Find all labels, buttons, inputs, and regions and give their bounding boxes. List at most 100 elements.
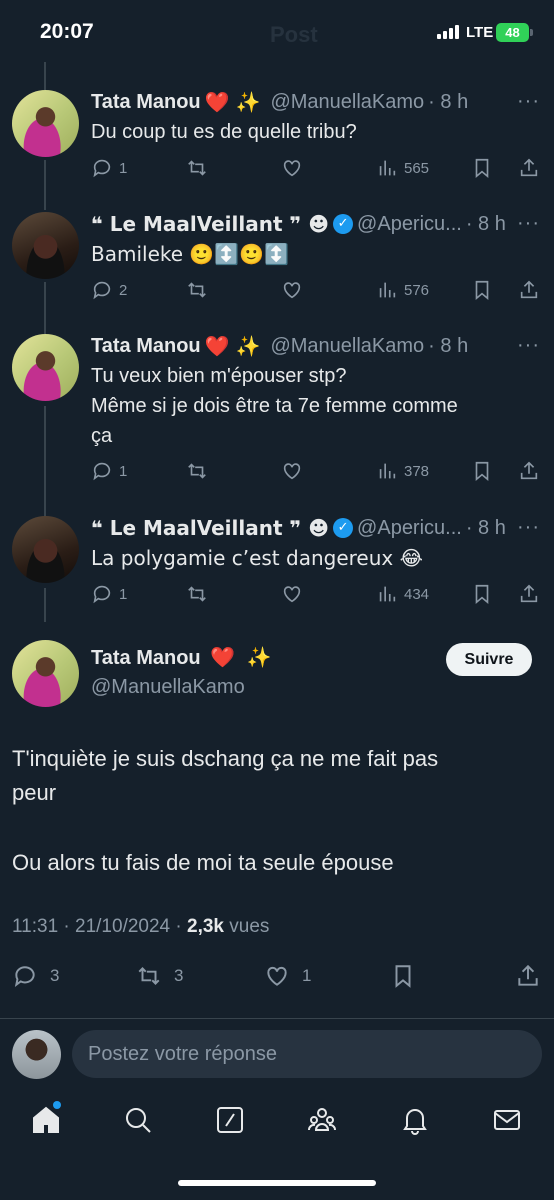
avatar[interactable] (12, 90, 79, 157)
nav-grok[interactable] (214, 1104, 246, 1136)
like-button[interactable] (281, 278, 303, 302)
author-handle[interactable]: @ManuellaKamo (270, 90, 424, 114)
more-options-icon[interactable]: ··· (517, 212, 540, 235)
views-count: 378 (404, 462, 430, 480)
author-handle[interactable]: @ManuellaKamo (270, 334, 424, 358)
reply-count: 1 (119, 159, 128, 177)
reply-count: 1 (119, 462, 128, 480)
tweet-text-line: La polygamie c’est dangereux 😂 (91, 546, 423, 570)
author-name[interactable]: Tata Manou (91, 90, 201, 114)
share-button[interactable] (518, 156, 540, 180)
reply-button[interactable]: 2 (91, 278, 127, 302)
heart-emoji: ❤️ (204, 90, 230, 114)
battery-icon: 48 (496, 23, 529, 42)
thread-tweet[interactable]: ❝ Le MaalVeillant ❞ ☻ ✓ @Apericu... · 8 … (0, 212, 554, 312)
reply-count: 1 (119, 585, 128, 603)
reply-count: 3 (50, 966, 60, 985)
author-handle[interactable]: @Apericu... (357, 516, 462, 540)
verified-badge-icon: ✓ (333, 214, 354, 234)
retweet-icon (188, 586, 206, 602)
like-button[interactable] (281, 459, 303, 483)
grok-icon (217, 1107, 243, 1133)
bookmark-button[interactable] (471, 278, 493, 302)
views-button[interactable]: 565 (376, 156, 429, 180)
main-author-name[interactable]: Tata Manou (91, 647, 201, 669)
main-tweet-actions: 3 3 1 (0, 964, 554, 990)
thread-line (44, 62, 46, 90)
nav-communities[interactable] (306, 1104, 338, 1136)
divider (0, 1018, 554, 1019)
share-button[interactable] (518, 459, 540, 483)
share-button[interactable] (518, 278, 540, 302)
avatar[interactable] (12, 212, 79, 279)
tweet-actions: 1 434 (0, 582, 554, 606)
main-author-handle[interactable]: @ManuellaKamo (91, 676, 245, 699)
nav-messages[interactable] (491, 1104, 523, 1136)
views-button[interactable]: 576 (376, 278, 429, 302)
author-handle[interactable]: @Apericu... (357, 212, 462, 236)
sparkles-emoji: ✨ (246, 645, 272, 669)
follow-button[interactable]: Suivre (446, 643, 532, 676)
bookmark-button[interactable] (471, 156, 493, 180)
thread-tweet[interactable]: ❝ Le MaalVeillant ❞ ☻ ✓ @Apericu... · 8 … (0, 516, 554, 616)
nav-search[interactable] (122, 1104, 154, 1136)
main-text-line: T'inquiète je suis dschang ça ne me fait… (12, 746, 439, 771)
views-button[interactable]: 378 (376, 459, 429, 483)
more-options-icon[interactable]: ··· (517, 90, 540, 113)
views-label: vues (229, 916, 270, 937)
share-button[interactable] (518, 582, 540, 606)
reply-button[interactable]: 1 (91, 156, 127, 180)
views-button[interactable]: 434 (376, 582, 429, 606)
current-user-avatar[interactable] (12, 1030, 61, 1079)
reply-button[interactable]: 1 (91, 582, 127, 606)
views-icon (379, 463, 396, 479)
like-icon (283, 282, 301, 299)
reply-count: 2 (119, 281, 128, 299)
tweet-age: · 8 h (428, 335, 469, 357)
thread-tweet[interactable]: Tata Manou ❤️ ✨ @ManuellaKamo · 8 h ··· … (0, 334, 554, 494)
retweet-button[interactable] (186, 156, 208, 180)
nav-notifications[interactable] (399, 1104, 431, 1136)
bookmark-button[interactable] (390, 964, 416, 988)
like-button[interactable] (281, 156, 303, 180)
more-options-icon[interactable]: ··· (517, 334, 540, 357)
retweet-button[interactable] (186, 459, 208, 483)
reply-button[interactable]: 1 (91, 459, 127, 483)
author-name[interactable]: Tata Manou (91, 334, 201, 358)
tweet-text: Tu veux bien m'épouser stp? Même si je d… (91, 361, 531, 451)
tweet-actions: 1 565 (0, 156, 554, 180)
views-count: 434 (404, 585, 430, 603)
bookmark-icon (475, 461, 489, 482)
like-icon (283, 463, 301, 480)
reply-input[interactable]: Postez votre réponse (72, 1030, 542, 1078)
retweet-icon (188, 282, 206, 298)
bookmark-icon (475, 158, 489, 179)
retweet-button[interactable]: 3 (136, 964, 183, 988)
views-count[interactable]: 2,3k (187, 916, 224, 937)
like-button[interactable]: 1 (264, 964, 311, 988)
reply-icon (93, 281, 111, 300)
reply-button[interactable]: 3 (12, 964, 59, 988)
bottom-nav (0, 1096, 554, 1150)
more-options-icon[interactable]: ··· (517, 516, 540, 539)
author-name[interactable]: ❝ Le MaalVeillant ❞ ☻ (91, 212, 329, 236)
main-avatar[interactable] (12, 640, 79, 707)
tweet-text: Du coup tu es de quelle tribu? (91, 117, 531, 147)
retweet-icon (188, 463, 206, 479)
thread-tweet[interactable]: Tata Manou ❤️ ✨ @ManuellaKamo · 8 h ··· … (0, 90, 554, 190)
home-indicator (178, 1180, 376, 1186)
bookmark-button[interactable] (471, 459, 493, 483)
main-author[interactable]: Tata Manou ❤️ ✨ (91, 645, 272, 670)
views-count: 565 (404, 159, 430, 177)
avatar[interactable] (12, 334, 79, 401)
share-button[interactable] (515, 964, 541, 988)
retweet-button[interactable] (186, 278, 208, 302)
retweet-button[interactable] (186, 582, 208, 606)
like-icon (283, 586, 301, 603)
avatar[interactable] (12, 516, 79, 583)
like-button[interactable] (281, 582, 303, 606)
bookmark-button[interactable] (471, 582, 493, 606)
reply-icon (93, 585, 111, 604)
home-notification-dot (53, 1101, 61, 1109)
author-name[interactable]: ❝ Le MaalVeillant ❞ ☻ (91, 516, 329, 540)
